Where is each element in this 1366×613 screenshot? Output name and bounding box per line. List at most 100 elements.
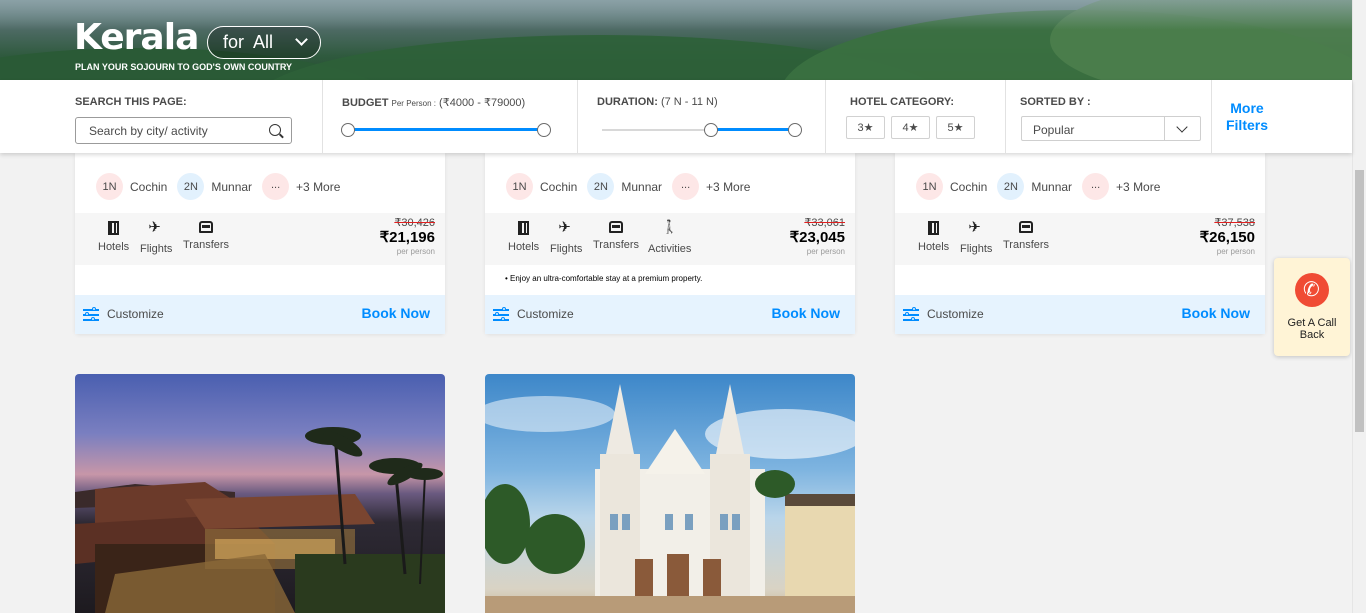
inclusion-hotels: Hotels: [918, 221, 949, 255]
inclusion-activities: Activities: [648, 221, 691, 257]
more-dots: ...: [1090, 178, 1101, 191]
destination-row: 1N Cochin 2N Munnar ... +3 More: [506, 173, 750, 200]
book-now-button[interactable]: Book Now: [362, 305, 430, 321]
original-price: ₹33,061: [804, 217, 845, 229]
audience-dropdown-value: for All: [223, 32, 274, 52]
budget-section: BUDGET Per Person : (₹4000 - ₹79000): [323, 80, 578, 153]
page-tagline: PLAN YOUR SOJOURN TO GOD'S OWN COUNTRY: [75, 62, 292, 72]
star-filter-3[interactable]: 3★: [846, 116, 885, 139]
sort-label: SORTED BY :: [1020, 96, 1091, 108]
inclusion-label: Transfers: [183, 239, 230, 251]
inclusion-transfers: Transfers: [593, 221, 639, 253]
discounted-price: ₹26,150: [1199, 229, 1255, 246]
book-now-button[interactable]: Book Now: [1182, 305, 1250, 321]
flight-icon: [968, 218, 984, 237]
scrollbar-thumb[interactable]: [1355, 170, 1364, 432]
package-image-church[interactable]: [485, 374, 855, 613]
star-filter-4[interactable]: 4★: [891, 116, 930, 139]
customize-button[interactable]: Customize: [493, 307, 574, 321]
church-illustration: [485, 384, 855, 613]
sliders-icon: [83, 307, 99, 321]
price-box: ₹33,061 ₹23,045 per person: [790, 216, 845, 256]
destination-name: Munnar: [211, 179, 253, 194]
budget-range: (₹4000 - ₹79000): [439, 97, 526, 109]
night-badge: 1N: [916, 173, 943, 200]
budget-slider[interactable]: [341, 123, 551, 137]
card-footer: Customize Book Now: [485, 295, 855, 334]
sort-dropdown[interactable]: Popular: [1021, 116, 1201, 141]
destination-name: Cochin: [950, 179, 988, 194]
inclusion-label: Flights: [140, 243, 173, 255]
car-icon: [609, 221, 624, 233]
inclusion-label: Activities: [648, 243, 692, 255]
slider-fill: [711, 128, 795, 131]
star-filter-5[interactable]: 5★: [936, 116, 975, 139]
audience-dropdown[interactable]: for All: [207, 26, 321, 59]
inclusion-flights: Flights: [550, 218, 582, 257]
search-input[interactable]: [76, 118, 256, 143]
inclusion-label: Hotels: [98, 241, 130, 253]
night-badge: 1N: [96, 173, 123, 200]
highlight-note: • Enjoy an ultra-comfortable stay at a p…: [505, 274, 703, 283]
budget-sub-label: Per Person :: [391, 99, 436, 108]
sliders-icon: [493, 307, 509, 321]
night-badge: 2N: [177, 173, 205, 200]
sort-dropdown-value: Popular: [1033, 123, 1075, 137]
chevron-down-icon: [1176, 121, 1188, 133]
more-dots: ...: [680, 178, 691, 191]
budget-label-text: BUDGET: [342, 97, 389, 109]
page-scrollbar[interactable]: [1352, 0, 1366, 613]
car-icon: [199, 221, 214, 233]
customize-label: Customize: [517, 307, 574, 321]
slider-min-handle[interactable]: [704, 123, 719, 137]
phone-icon[interactable]: [1295, 273, 1329, 307]
more-badge: ...: [672, 173, 700, 200]
call-back-label: Get A Call Back: [1287, 317, 1337, 341]
customize-button[interactable]: Customize: [83, 307, 164, 321]
car-icon: [1019, 221, 1034, 233]
destination-row: 1N Cochin 2N Munnar ... +3 More: [96, 173, 340, 200]
inclusion-label: Hotels: [508, 241, 540, 253]
hotel-icon: [928, 221, 940, 235]
duration-slider[interactable]: [602, 123, 802, 137]
per-person-label: per person: [396, 247, 435, 256]
slider-min-handle[interactable]: [341, 123, 355, 137]
plus-more-link[interactable]: +3 More: [296, 180, 340, 194]
more-dots: ...: [270, 178, 281, 191]
slider-max-handle[interactable]: [537, 123, 551, 137]
inclusion-hotels: Hotels: [98, 221, 129, 255]
inclusion-flights: Flights: [960, 218, 992, 257]
discounted-price: ₹21,196: [379, 229, 435, 246]
package-card: 1N Cochin 2N Munnar ... +3 More Hotels F…: [75, 147, 445, 334]
price-box: ₹30,426 ₹21,196 per person: [380, 216, 435, 256]
inclusion-label: Transfers: [1003, 239, 1050, 251]
mist-overlay: [0, 0, 1366, 30]
search-input-box[interactable]: [75, 117, 292, 144]
book-now-button[interactable]: Book Now: [772, 305, 840, 321]
duration-section: DURATION: (7 N - 11 N): [578, 80, 826, 153]
hero-banner: Kerala PLAN YOUR SOJOURN TO GOD'S OWN CO…: [0, 0, 1366, 80]
more-filters-link[interactable]: More Filters: [1222, 100, 1272, 134]
hiking-icon: [662, 221, 678, 237]
plus-more-link[interactable]: +3 More: [1116, 180, 1160, 194]
hotel-icon: [518, 221, 530, 235]
slider-max-handle[interactable]: [788, 123, 802, 137]
hotel-icon: [108, 221, 120, 235]
customize-label: Customize: [107, 307, 164, 321]
sliders-icon: [903, 307, 919, 321]
package-image-resort[interactable]: [75, 374, 445, 613]
inclusions-strip: Hotels Flights Transfers ₹37,538 ₹26,150…: [895, 213, 1265, 265]
search-icon[interactable]: [269, 124, 281, 136]
package-card: 1N Cochin 2N Munnar ... +3 More Hotels F…: [485, 147, 855, 334]
page-title: Kerala: [74, 17, 199, 58]
chevron-down-icon: [295, 33, 308, 46]
inclusion-transfers: Transfers: [183, 221, 229, 253]
customize-button[interactable]: Customize: [903, 307, 984, 321]
original-price: ₹37,538: [1214, 217, 1255, 229]
call-back-widget[interactable]: Get A Call Back: [1274, 258, 1350, 356]
customize-label: Customize: [927, 307, 984, 321]
plus-more-link[interactable]: +3 More: [706, 180, 750, 194]
card-footer: Customize Book Now: [75, 295, 445, 334]
destination-name: Munnar: [621, 179, 663, 194]
inclusion-flights: Flights: [140, 218, 173, 257]
